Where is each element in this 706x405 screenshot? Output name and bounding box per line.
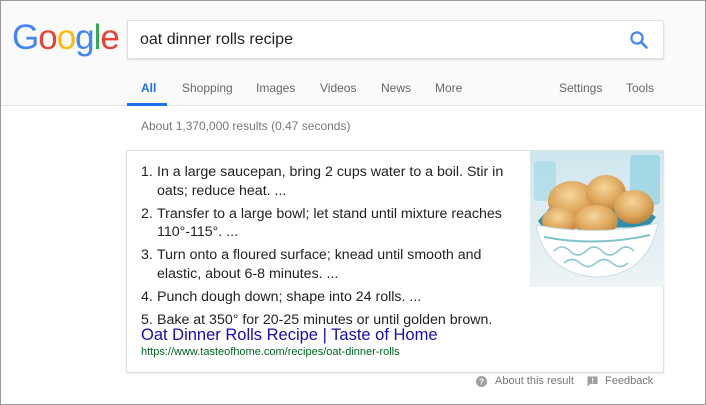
tab-all[interactable]: All <box>141 81 156 95</box>
logo-letter: l <box>93 18 102 57</box>
step-text: Turn onto a floured surface; knead until… <box>157 247 482 282</box>
google-logo[interactable]: Google <box>12 18 120 57</box>
featured-snippet: 1. In a large saucepan, bring 2 cups wate… <box>126 150 664 373</box>
result-url: https://www.tasteofhome.com/recipes/oat-… <box>141 346 400 358</box>
tab-settings[interactable]: Settings <box>559 81 602 95</box>
feedback-icon[interactable] <box>587 376 598 387</box>
tab-images[interactable]: Images <box>256 81 295 95</box>
active-tab-indicator <box>127 103 167 106</box>
svg-text:?: ? <box>479 377 484 387</box>
recipe-steps: 1. In a large saucepan, bring 2 cups wate… <box>141 163 511 334</box>
result-stats: About 1,370,000 results (0.47 seconds) <box>141 119 351 133</box>
search-input[interactable] <box>140 21 610 58</box>
tab-shopping[interactable]: Shopping <box>182 81 233 95</box>
step-number: 2. <box>141 205 153 222</box>
logo-letter: g <box>75 18 94 57</box>
search-header: Google All Shopping Images Videos News M… <box>1 1 705 106</box>
question-icon[interactable]: ? <box>476 376 487 387</box>
list-item: 2. Transfer to a large bowl; let stand un… <box>141 205 511 242</box>
step-number: 3. <box>141 247 153 263</box>
list-item: 4. Punch dough down; shape into 24 rolls.… <box>141 288 511 307</box>
bread-rolls-image[interactable] <box>530 151 664 287</box>
search-button[interactable] <box>629 30 649 50</box>
logo-letter: e <box>100 18 119 57</box>
step-number: 4. <box>141 288 153 305</box>
logo-letter: G <box>12 18 39 57</box>
tab-more[interactable]: More <box>435 81 462 95</box>
list-item: 3. Turn onto a floured surface; knead unt… <box>141 246 511 283</box>
magnifier-icon <box>630 31 648 49</box>
step-text: In a large saucepan, bring 2 cups water … <box>157 164 504 199</box>
step-text: Transfer to a large bowl; let stand unti… <box>157 205 502 241</box>
tab-tools[interactable]: Tools <box>626 81 654 95</box>
tab-news[interactable]: News <box>381 81 411 95</box>
tab-videos[interactable]: Videos <box>320 81 356 95</box>
about-result-link[interactable]: About this result <box>495 375 574 387</box>
search-tabs: All Shopping Images Videos News More Set… <box>1 79 705 106</box>
logo-letter: o <box>56 18 76 57</box>
result-title-link[interactable]: Oat Dinner Rolls Recipe | Taste of Home <box>141 326 438 345</box>
search-box <box>127 20 664 59</box>
feedback-link[interactable]: Feedback <box>605 375 653 387</box>
step-number: 1. <box>141 164 153 180</box>
logo-letter: o <box>38 18 57 57</box>
step-text: Punch dough down; shape into 24 rolls. .… <box>157 288 422 305</box>
bread-rolls-in-bowl-icon <box>530 151 664 287</box>
list-item: 1. In a large saucepan, bring 2 cups wate… <box>141 163 511 200</box>
